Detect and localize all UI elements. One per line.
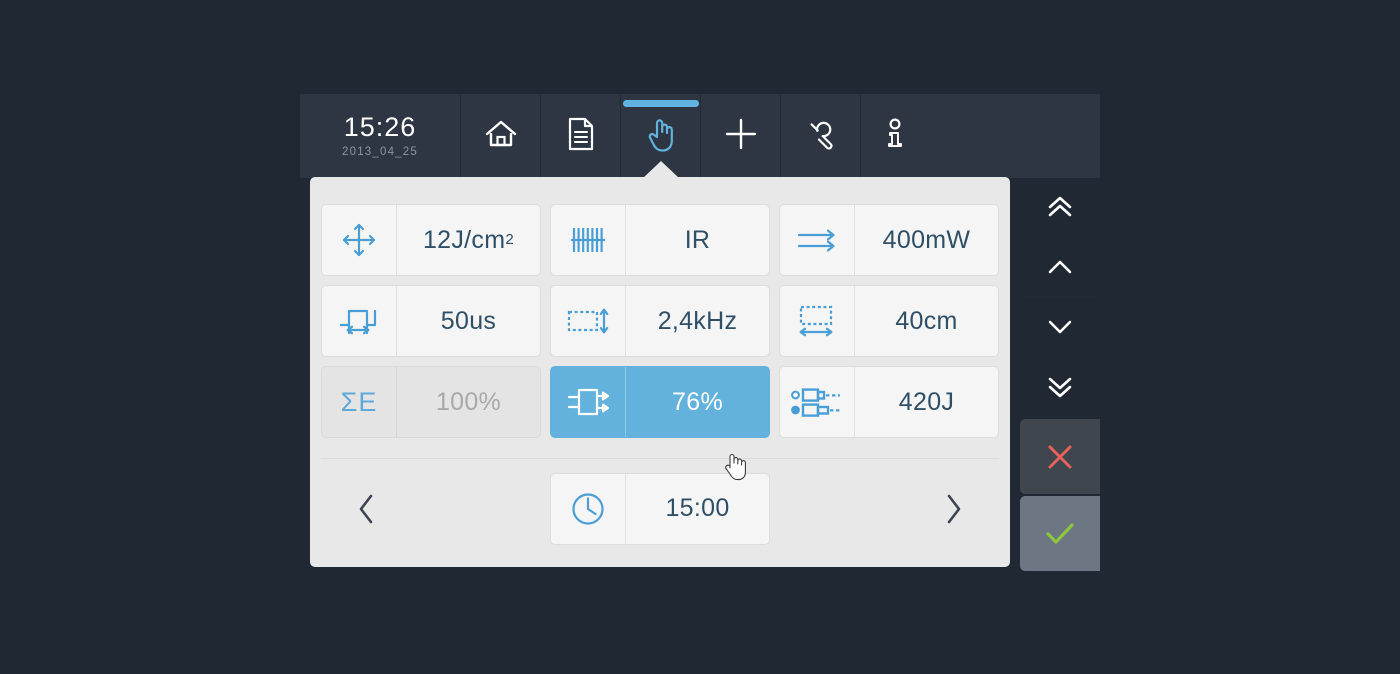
pulse-train-icon [551, 205, 626, 275]
page-last-button[interactable] [1020, 357, 1100, 417]
plus-icon [723, 116, 759, 157]
pulse-width-value: 50us [397, 286, 540, 356]
energy-tile[interactable]: 420J [779, 366, 999, 438]
top-toolbar: 15:26 2013_04_25 [300, 94, 1100, 178]
double-chevron-down-icon [1043, 374, 1077, 400]
spot-size-tile[interactable]: 40cm [779, 285, 999, 357]
clock-display: 15:26 2013_04_25 [300, 94, 460, 178]
home-icon [483, 118, 519, 155]
right-sidebar [1020, 177, 1100, 567]
power-value: 400mW [855, 205, 998, 275]
document-tab[interactable] [540, 94, 620, 178]
frequency-value: 2,4kHz [626, 286, 769, 356]
home-tab[interactable] [460, 94, 540, 178]
beam-splitter-icon [551, 367, 626, 437]
pulse-width-tile[interactable]: 50us [321, 285, 541, 357]
clock-time: 15:26 [344, 114, 417, 141]
power-tile[interactable]: 400mW [779, 204, 999, 276]
timer-value: 15:00 [626, 474, 769, 544]
clock-icon [551, 474, 626, 544]
page-up-button[interactable] [1020, 237, 1100, 297]
double-arrow-right-icon [780, 205, 855, 275]
hand-icon [645, 115, 677, 158]
fluence-value-text: 12J/cm [423, 226, 505, 255]
previous-button[interactable] [345, 487, 389, 531]
total-energy-tile[interactable]: ΣE 100% [321, 366, 541, 438]
frequency-tile[interactable]: 2,4kHz [550, 285, 770, 357]
parameter-row: 50us 2,4kHz [321, 285, 999, 357]
pulse-width-icon [322, 286, 397, 356]
add-tab[interactable] [700, 94, 780, 178]
rect-horizontal-arrow-icon [780, 286, 855, 356]
confirm-button[interactable] [1020, 496, 1100, 571]
double-chevron-up-icon [1043, 194, 1077, 220]
chevron-right-icon [941, 492, 965, 526]
document-icon [566, 117, 596, 156]
parameter-panel: 12J/cm2 IR [310, 177, 1010, 567]
treatment-tab[interactable] [620, 94, 700, 178]
page-down-button[interactable] [1020, 297, 1100, 357]
wrench-icon [804, 117, 838, 156]
wavelength-tile[interactable]: IR [550, 204, 770, 276]
sigma-e-glyph: ΣE [341, 387, 378, 418]
timer-tile[interactable]: 15:00 [550, 473, 770, 545]
spot-size-value: 40cm [855, 286, 998, 356]
info-tab[interactable] [860, 94, 1100, 178]
fluence-tile[interactable]: 12J/cm2 [321, 204, 541, 276]
energy-value: 420J [855, 367, 998, 437]
output-ratio-value: 76% [626, 367, 769, 437]
service-tab[interactable] [780, 94, 860, 178]
parameter-row: ΣE 100% 76% [321, 366, 999, 438]
clock-date: 2013_04_25 [342, 146, 418, 158]
panel-footer: 15:00 [321, 458, 999, 558]
cancel-button[interactable] [1020, 419, 1100, 494]
chevron-left-icon [355, 492, 379, 526]
handpiece-icon [780, 367, 855, 437]
page-first-button[interactable] [1020, 177, 1100, 237]
active-tab-indicator [623, 100, 699, 107]
chevron-down-icon [1043, 316, 1077, 338]
parameter-row: 12J/cm2 IR [321, 204, 999, 276]
check-icon [1042, 519, 1078, 549]
output-ratio-tile[interactable]: 76% [550, 366, 770, 438]
info-icon [883, 116, 907, 157]
sigma-e-icon: ΣE [322, 367, 397, 437]
four-way-arrow-icon [322, 205, 397, 275]
wavelength-value: IR [626, 205, 769, 275]
cross-icon [1044, 441, 1076, 473]
total-energy-value: 100% [397, 367, 540, 437]
chevron-up-icon [1043, 256, 1077, 278]
parameter-rows: 12J/cm2 IR [310, 177, 1010, 438]
rect-vertical-arrow-icon [551, 286, 626, 356]
next-button[interactable] [931, 487, 975, 531]
fluence-value: 12J/cm2 [397, 205, 540, 275]
